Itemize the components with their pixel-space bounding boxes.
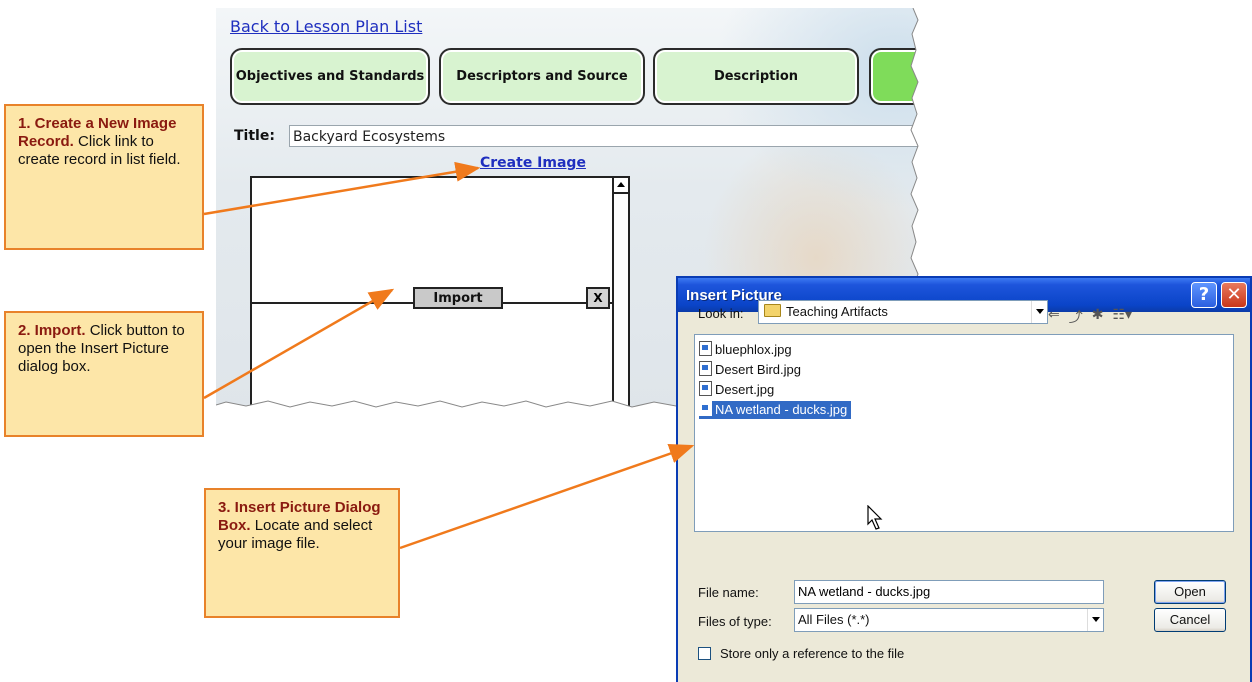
chevron-down-icon[interactable] <box>1031 301 1047 323</box>
chevron-down-icon[interactable] <box>1087 609 1103 631</box>
file-item-na-wetland-ducks[interactable]: NA wetland - ducks.jpg <box>699 401 852 419</box>
store-reference-checkbox[interactable] <box>698 647 711 660</box>
open-button[interactable]: Open <box>1154 580 1226 604</box>
image-list-field[interactable]: Import X <box>250 176 630 410</box>
title-label: Title: <box>234 128 275 144</box>
file-item-bluephlox[interactable]: bluephlox.jpg <box>699 341 796 359</box>
title-input[interactable]: Backyard Ecosystems <box>289 125 919 147</box>
image-file-icon <box>699 381 712 396</box>
files-of-type-dropdown[interactable]: All Files (*.*) <box>794 608 1104 632</box>
file-name-input[interactable]: NA wetland - ducks.jpg <box>794 580 1104 604</box>
scroll-up-arrow-icon[interactable] <box>614 178 628 194</box>
cancel-button[interactable]: Cancel <box>1154 608 1226 632</box>
file-item-desert-bird[interactable]: Desert Bird.jpg <box>699 361 805 379</box>
import-button[interactable]: Import <box>413 287 503 309</box>
image-file-icon <box>699 341 712 356</box>
file-list[interactable]: bluephlox.jpg Desert Bird.jpg Desert.jpg… <box>694 334 1234 532</box>
files-of-type-label: Files of type: <box>698 614 772 629</box>
list-scrollbar[interactable] <box>612 178 628 410</box>
up-folder-icon[interactable]: ⤴ <box>1069 307 1083 327</box>
folder-icon <box>764 304 781 317</box>
look-in-value: Teaching Artifacts <box>786 304 888 319</box>
create-image-link[interactable]: Create Image <box>480 155 586 171</box>
dialog-toolbar: ⇐ ⤴ ✱ ☷▾ <box>1048 307 1132 327</box>
image-file-icon <box>699 401 712 416</box>
delete-record-button[interactable]: X <box>586 287 610 309</box>
back-to-lesson-plan-list-link[interactable]: Back to Lesson Plan List <box>230 17 422 36</box>
image-file-icon <box>699 361 712 376</box>
help-button[interactable]: ? <box>1191 282 1217 308</box>
new-folder-icon[interactable]: ✱ <box>1092 307 1104 327</box>
mouse-cursor-icon <box>867 505 883 530</box>
file-item-desert[interactable]: Desert.jpg <box>699 381 778 399</box>
view-menu-icon[interactable]: ☷▾ <box>1112 307 1132 327</box>
title-row: Title: Backyard Ecosystems <box>234 125 920 149</box>
callout-2-heading: 2. Import. <box>18 322 86 339</box>
insert-picture-dialog: Insert Picture ? ✕ Look in: Teaching Art… <box>676 276 1252 682</box>
look-in-dropdown[interactable]: Teaching Artifacts <box>758 300 1048 324</box>
arrow-3 <box>399 443 695 550</box>
tab-descriptors-and-source[interactable]: Descriptors and Source <box>439 48 645 105</box>
tab-description[interactable]: Description <box>653 48 859 105</box>
tab-objectives-and-standards[interactable]: Objectives and Standards <box>230 48 430 105</box>
callout-create-image-record: 1. Create a New Image Record. Click link… <box>4 104 204 250</box>
look-in-label: Look in: <box>698 306 744 321</box>
callout-import: 2. Import. Click button to open the Inse… <box>4 311 204 437</box>
store-reference-label: Store only a reference to the file <box>720 646 905 661</box>
back-arrow-icon[interactable]: ⇐ <box>1048 307 1060 327</box>
files-of-type-value: All Files (*.*) <box>798 612 870 627</box>
file-name-label: File name: <box>698 585 759 600</box>
close-button[interactable]: ✕ <box>1221 282 1247 308</box>
callout-insert-picture-dialog: 3. Insert Picture Dialog Box. Locate and… <box>204 488 400 618</box>
